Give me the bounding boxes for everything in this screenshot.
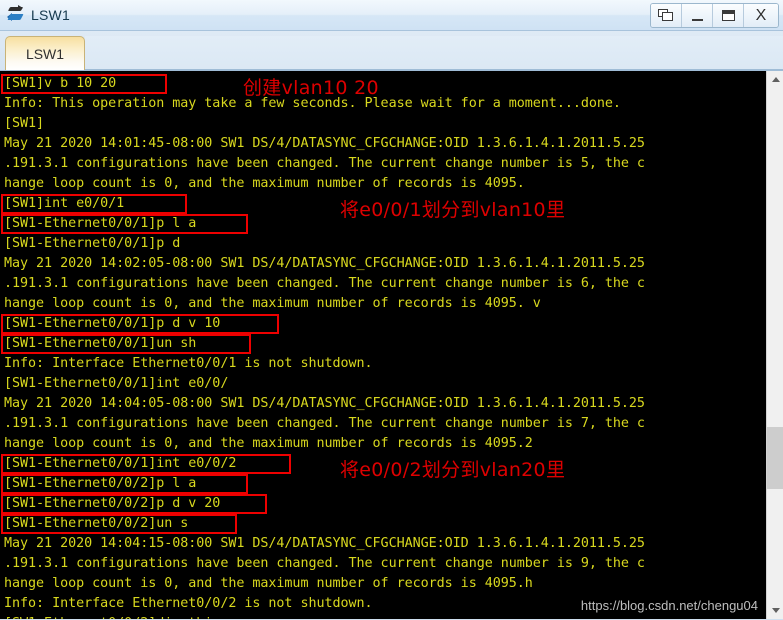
- highlight-box: [1, 334, 251, 354]
- tab-label: LSW1: [25, 45, 65, 62]
- watermark: https://blog.csdn.net/chengu04: [580, 598, 758, 613]
- terminal-output-line: [SW1-Ethernet0/0/1]int e0/0/: [4, 376, 229, 391]
- minimize-button[interactable]: [682, 4, 713, 27]
- annotation-text: 将e0/0/2划分到vlan20里: [340, 459, 566, 481]
- annotation-text: 将e0/0/1划分到vlan10里: [340, 199, 566, 221]
- terminal-output-line: .191.3.1 configurations have been change…: [4, 556, 645, 571]
- scrollbar-thumb[interactable]: [767, 427, 783, 489]
- terminal-command-line: [SW1-Ethernet0/0/1]p d v 10: [0, 314, 766, 334]
- terminal-output-line: hange loop count is 0, and the maximum n…: [4, 176, 525, 191]
- highlight-box: [1, 474, 248, 494]
- close-icon: X: [755, 6, 767, 24]
- highlight-box: [1, 74, 167, 94]
- cascade-icon: [658, 9, 674, 22]
- terminal-output-line: Info: Interface Ethernet0/0/1 is not shu…: [4, 356, 373, 371]
- chevron-down-icon: [771, 608, 780, 613]
- chevron-up-icon: [771, 77, 780, 82]
- terminal-area: [SW1]v b 10 20 Info: This operation may t…: [0, 71, 783, 619]
- highlight-box: [1, 514, 237, 534]
- terminal-output-line: May 21 2020 14:01:45-08:00 SW1 DS/4/DATA…: [4, 136, 645, 151]
- maximize-button[interactable]: [713, 4, 744, 27]
- highlight-box: [1, 214, 248, 234]
- highlight-box: [1, 194, 187, 214]
- scroll-down-button[interactable]: [767, 602, 783, 619]
- window-title: LSW1: [31, 7, 70, 23]
- terminal-output-line: .191.3.1 configurations have been change…: [4, 416, 645, 431]
- terminal-output-line: hange loop count is 0, and the maximum n…: [4, 436, 533, 451]
- scroll-up-button[interactable]: [767, 71, 783, 88]
- terminal-output-line: [SW1]: [4, 116, 45, 131]
- window-controls: X: [650, 3, 779, 28]
- terminal-output-line: [SW1-Ethernet0/0/2]dis this: [0, 614, 766, 619]
- terminal-output-line: hange loop count is 0, and the maximum n…: [4, 296, 541, 311]
- terminal-output-line: .191.3.1 configurations have been change…: [4, 156, 645, 171]
- switch-icon: [6, 4, 28, 26]
- terminal-command-line: [SW1]v b 10 20: [0, 74, 766, 94]
- maximize-icon: [721, 10, 735, 21]
- terminal-output-line: Info: This operation may take a few seco…: [4, 96, 621, 111]
- cascade-button[interactable]: [651, 4, 682, 27]
- lsw1-window: LSW1 X LSW1 [SW1]v b 10 20Info: This op: [0, 0, 783, 620]
- terminal-output-line: May 21 2020 14:02:05-08:00 SW1 DS/4/DATA…: [4, 256, 645, 271]
- minimize-icon: [691, 18, 703, 21]
- terminal-output-line: May 21 2020 14:04:05-08:00 SW1 DS/4/DATA…: [4, 396, 645, 411]
- highlight-box: [1, 494, 267, 514]
- terminal-output-line: .191.3.1 configurations have been change…: [4, 276, 645, 291]
- scrollbar-track[interactable]: [767, 88, 783, 602]
- terminal-command-line: [SW1-Ethernet0/0/2]p d v 20: [0, 494, 766, 514]
- highlight-box: [1, 454, 291, 474]
- terminal-scrollbar[interactable]: [766, 71, 783, 619]
- annotation-text: 创建vlan10 20: [243, 77, 379, 99]
- terminal-output-line: hange loop count is 0, and the maximum n…: [4, 576, 533, 591]
- close-button[interactable]: X: [744, 4, 778, 27]
- tab-strip-filler: [85, 36, 783, 70]
- terminal-output-line: May 21 2020 14:04:15-08:00 SW1 DS/4/DATA…: [4, 536, 645, 551]
- terminal-output-line: [SW1-Ethernet0/0/1]p d: [4, 236, 181, 251]
- terminal-command-line: [SW1-Ethernet0/0/2]un s: [0, 514, 766, 534]
- tab-strip: LSW1: [0, 31, 783, 71]
- terminal-console[interactable]: [SW1]v b 10 20 Info: This operation may t…: [0, 71, 766, 619]
- tab-lsw1[interactable]: LSW1: [5, 36, 85, 70]
- highlight-box: [1, 314, 279, 334]
- terminal-command-line: [SW1-Ethernet0/0/1]un sh: [0, 334, 766, 354]
- title-bar: LSW1 X: [0, 0, 783, 31]
